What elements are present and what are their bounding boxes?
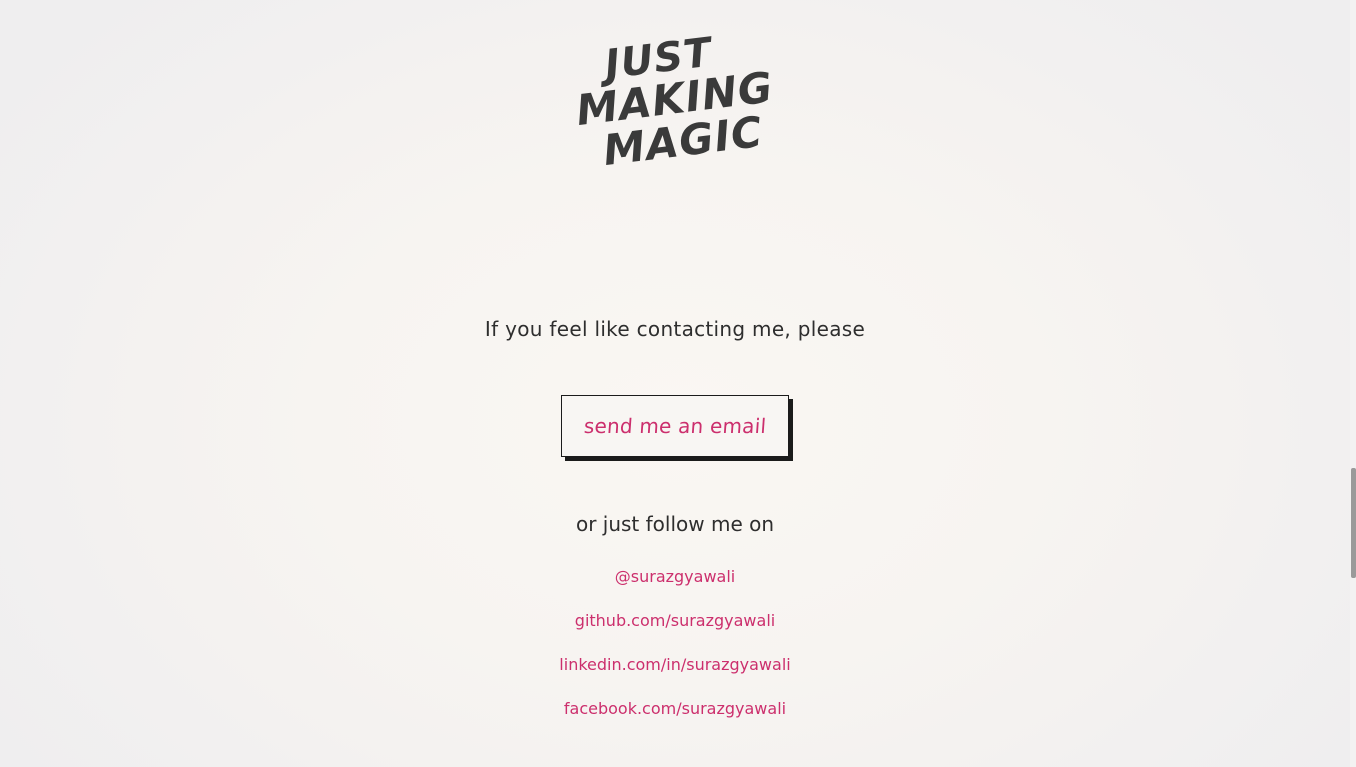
contact-intro-text: If you feel like contacting me, please	[484, 317, 866, 341]
social-link-item: @surazgyawali	[0, 563, 1350, 607]
facebook-link[interactable]: facebook.com/surazgyawali	[564, 699, 786, 718]
social-links-list: @surazgyawali github.com/surazgyawali li…	[0, 563, 1350, 739]
site-logo[interactable]: JUST MAKING MAGIC	[565, 18, 787, 168]
social-link-item: facebook.com/surazgyawali	[0, 695, 1350, 739]
send-email-button[interactable]: send me an email	[561, 395, 789, 457]
logo-graphic: JUST MAKING MAGIC	[573, 29, 776, 168]
follow-text: or just follow me on	[575, 512, 775, 536]
contact-page: JUST MAKING MAGIC If you feel like conta…	[0, 0, 1350, 767]
linkedin-link[interactable]: linkedin.com/in/surazgyawali	[559, 655, 790, 674]
social-link-item: linkedin.com/in/surazgyawali	[0, 651, 1350, 695]
github-link[interactable]: github.com/surazgyawali	[575, 611, 775, 630]
social-link-item: github.com/surazgyawali	[0, 607, 1350, 651]
scrollbar-thumb[interactable]	[1351, 468, 1356, 578]
send-email-button-label: send me an email	[583, 414, 767, 438]
vertical-scrollbar[interactable]	[1350, 0, 1356, 767]
twitter-link[interactable]: @surazgyawali	[615, 567, 735, 586]
